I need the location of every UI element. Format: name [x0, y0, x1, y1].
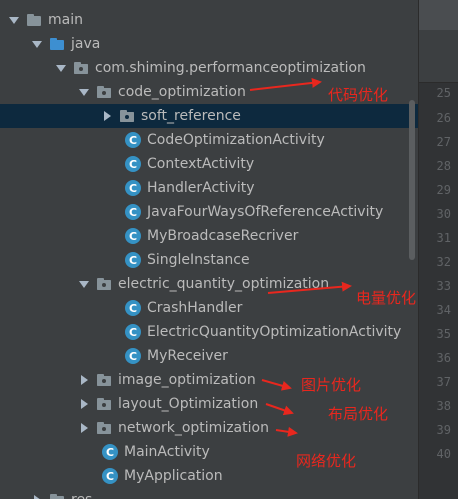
tree-row-res[interactable]: res	[0, 488, 418, 499]
folder-icon	[26, 12, 42, 28]
package-icon	[96, 420, 112, 436]
line-number: 38	[436, 399, 451, 413]
project-tree: main java com.shiming.performanceoptimiz…	[0, 0, 418, 499]
tree-label: res	[71, 492, 92, 499]
annotation-network-optimization: 网络优化	[296, 452, 357, 470]
class-icon: C	[125, 204, 141, 220]
line-number: 30	[436, 207, 451, 221]
package-icon	[96, 84, 112, 100]
tree-label: CodeOptimizationActivity	[147, 132, 325, 148]
line-number: 27	[436, 135, 451, 149]
expand-arrow-icon[interactable]	[31, 494, 43, 499]
tree-row-package-root[interactable]: com.shiming.performanceoptimization	[0, 56, 418, 80]
line-number: 31	[436, 231, 451, 245]
tree-label: MyApplication	[124, 468, 223, 484]
tree-label: soft_reference	[141, 108, 241, 124]
tree-label: MainActivity	[124, 444, 210, 460]
tree-label: JavaFourWaysOfReferenceActivity	[147, 204, 384, 220]
tree-row-class[interactable]: C ElectricQuantityOptimizationActivity	[0, 320, 418, 344]
tree-row-soft-reference[interactable]: soft_reference	[0, 104, 418, 128]
tree-label: CrashHandler	[147, 300, 243, 316]
tree-label: MyReceiver	[147, 348, 228, 364]
tree-label: ElectricQuantityOptimizationActivity	[147, 324, 402, 340]
line-number: 28	[436, 159, 451, 173]
tree-row-class[interactable]: C HandlerActivity	[0, 176, 418, 200]
expand-arrow-icon[interactable]	[101, 110, 113, 122]
line-number: 32	[436, 255, 451, 269]
tree-label: com.shiming.performanceoptimization	[95, 60, 366, 76]
tree-row-class[interactable]: C SingleInstance	[0, 248, 418, 272]
line-number: 37	[436, 375, 451, 389]
class-icon: C	[125, 348, 141, 364]
tree-label: MyBroadcaseRecriver	[147, 228, 299, 244]
package-icon	[96, 372, 112, 388]
expand-arrow-icon[interactable]	[78, 374, 90, 386]
package-icon	[119, 108, 135, 124]
expand-arrow-icon[interactable]	[8, 14, 20, 26]
class-icon: C	[125, 324, 141, 340]
line-number: 40	[436, 447, 451, 461]
tree-row-class[interactable]: C ContextActivity	[0, 152, 418, 176]
line-number: 36	[436, 351, 451, 365]
tree-row-class[interactable]: C JavaFourWaysOfReferenceActivity	[0, 200, 418, 224]
expand-arrow-icon[interactable]	[31, 38, 43, 50]
folder-icon	[49, 492, 65, 499]
class-icon: C	[125, 132, 141, 148]
tree-row-class[interactable]: C CodeOptimizationActivity	[0, 128, 418, 152]
editor-toolbar	[419, 30, 458, 83]
line-number: 33	[436, 279, 451, 293]
line-number: 29	[436, 183, 451, 197]
annotation-code-optimization: 代码优化	[328, 86, 389, 104]
line-number: 34	[436, 303, 451, 317]
tree-label: image_optimization	[118, 372, 256, 388]
line-number: 25	[436, 86, 451, 100]
tree-label: SingleInstance	[147, 252, 250, 268]
editor-gutter: 25 26 27 28 29 30 31 32 33 34 35 36 37 3…	[418, 0, 458, 499]
class-icon: C	[125, 156, 141, 172]
tree-label: main	[48, 12, 83, 28]
line-number: 26	[436, 111, 451, 125]
package-icon	[73, 60, 89, 76]
tree-label: HandlerActivity	[147, 180, 255, 196]
annotation-image-optimization: 图片优化	[301, 376, 362, 394]
class-icon: C	[125, 228, 141, 244]
source-folder-icon	[49, 36, 65, 52]
expand-arrow-icon[interactable]	[78, 422, 90, 434]
tree-label: network_optimization	[118, 420, 269, 436]
class-icon: C	[125, 300, 141, 316]
tree-label: electric_quantity_optimization	[118, 276, 330, 292]
class-icon: C	[125, 252, 141, 268]
tree-label: ContextActivity	[147, 156, 255, 172]
line-number: 35	[436, 327, 451, 341]
class-icon: C	[102, 444, 118, 460]
tree-label: layout_Optimization	[118, 396, 259, 412]
expand-arrow-icon[interactable]	[78, 278, 90, 290]
class-icon: C	[125, 180, 141, 196]
tree-label: java	[71, 36, 101, 52]
package-icon	[96, 396, 112, 412]
tree-label: code_optimization	[118, 84, 246, 100]
tree-row-class[interactable]: C MyReceiver	[0, 344, 418, 368]
expand-arrow-icon[interactable]	[78, 86, 90, 98]
vertical-scrollbar-thumb[interactable]	[409, 100, 415, 260]
line-number: 39	[436, 423, 451, 437]
expand-arrow-icon[interactable]	[78, 398, 90, 410]
class-icon: C	[102, 468, 118, 484]
expand-arrow-icon[interactable]	[55, 62, 67, 74]
editor-tab-strip[interactable]	[419, 0, 458, 30]
package-icon	[96, 276, 112, 292]
tree-row-class[interactable]: C MyBroadcaseRecriver	[0, 224, 418, 248]
tree-row-java[interactable]: java	[0, 32, 418, 56]
annotation-layout-optimization: 布局优化	[328, 405, 389, 423]
annotation-power-optimization: 电量优化	[356, 289, 417, 307]
tree-row-main[interactable]: main	[0, 8, 418, 32]
